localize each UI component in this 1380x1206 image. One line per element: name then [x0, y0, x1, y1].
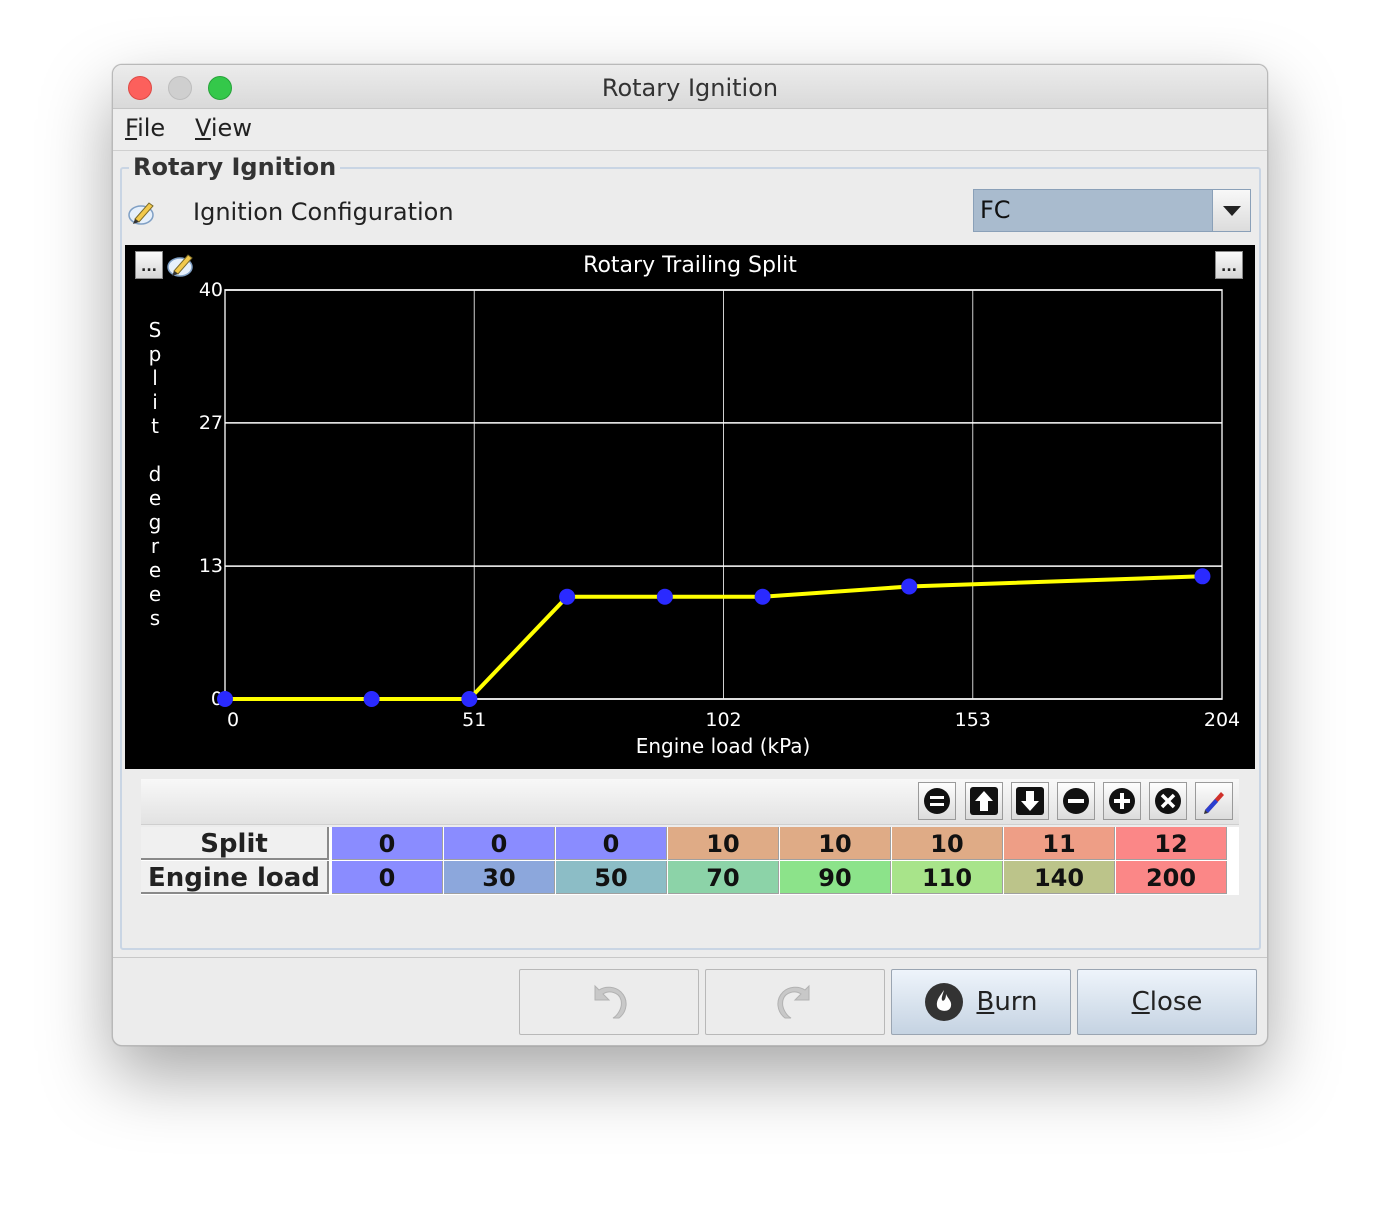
redo-icon	[777, 984, 810, 1019]
config-dropdown-value: FC	[980, 196, 1011, 224]
footer-divider	[113, 957, 1267, 958]
data-point[interactable]	[461, 691, 478, 707]
menu-file-label: ile	[137, 114, 166, 142]
close-mnemonic: C	[1131, 987, 1150, 1017]
config-dropdown[interactable]: FC	[973, 189, 1251, 232]
row-header-engine-load: Engine load	[141, 861, 329, 894]
table-cell[interactable]: 110	[892, 861, 1003, 894]
flame-icon	[925, 983, 964, 1021]
data-point[interactable]	[363, 691, 380, 707]
y-tick-label: 13	[199, 555, 223, 577]
equals-button[interactable]	[918, 782, 956, 820]
table-cell[interactable]: 12	[1116, 827, 1227, 860]
dialog-window: Rotary Ignition File View Rotary Ignitio…	[112, 64, 1268, 1046]
table-cell[interactable]: 90	[780, 861, 891, 894]
table-cell[interactable]: 200	[1116, 861, 1227, 894]
data-point[interactable]	[656, 588, 673, 605]
undo-button[interactable]	[519, 969, 699, 1035]
panel-title: Rotary Ignition	[129, 153, 341, 181]
series-line	[225, 574, 1203, 701]
x-tick-label: 102	[705, 709, 741, 731]
table-cell[interactable]: 140	[1004, 861, 1115, 894]
table-cell[interactable]: 50	[556, 861, 667, 894]
plus-icon	[1109, 788, 1135, 814]
table-cell[interactable]: 30	[444, 861, 555, 894]
table-cell[interactable]: 0	[556, 827, 667, 860]
increment-button[interactable]	[1103, 782, 1141, 820]
data-point[interactable]	[901, 578, 918, 595]
clear-button[interactable]	[1149, 782, 1187, 820]
menu-view-label: iew	[210, 114, 252, 142]
table-cell[interactable]: 10	[892, 827, 1003, 860]
burn-label: urn	[994, 987, 1038, 1017]
chart-panel: ... ... 0 51 102 153 204 0 13 27 40 Rotary Traili…	[125, 245, 1255, 769]
data-point[interactable]	[754, 588, 771, 605]
undo-icon	[594, 984, 627, 1019]
menu-view[interactable]: View	[195, 114, 252, 142]
y-tick-label: 27	[199, 412, 223, 434]
menu-view-mnemonic: V	[195, 114, 211, 142]
y-tick-label: 40	[199, 279, 223, 301]
decrement-button[interactable]	[1057, 782, 1095, 820]
move-up-button[interactable]	[965, 782, 1003, 820]
window-title: Rotary Ignition	[601, 74, 779, 102]
table-cell[interactable]: 0	[332, 861, 443, 894]
burn-button[interactable]: Burn	[891, 969, 1071, 1035]
line-chart[interactable]: 0 51 102 153 2040132740Rotary Trailing Split…	[125, 245, 1255, 769]
menu-file[interactable]: File	[125, 114, 165, 142]
minus-icon	[1063, 788, 1089, 814]
menu-file-mnemonic: F	[125, 114, 138, 142]
burn-mnemonic: B	[976, 987, 995, 1017]
table-cell[interactable]: 0	[332, 827, 443, 860]
x-tick-label: 153	[955, 709, 991, 731]
data-point[interactable]	[1194, 568, 1211, 585]
dropdown-arrow-button[interactable]	[1212, 190, 1250, 231]
data-point[interactable]	[559, 588, 576, 605]
table-cell[interactable]: 70	[668, 861, 779, 894]
pencil-icon	[1204, 792, 1224, 814]
table-cell[interactable]: 10	[780, 827, 891, 860]
close-button[interactable]: Close	[1077, 969, 1257, 1035]
x-tick-label: 51	[462, 709, 486, 731]
move-down-button[interactable]	[1011, 782, 1049, 820]
table-cell[interactable]: 0	[444, 827, 555, 860]
curve-table: Split Engine load 0 0 0 10 10 10 11 12 0 30 50 70 90…	[141, 827, 1239, 895]
title-bar: Rotary Ignition	[113, 65, 1267, 109]
x-tick-label: 0	[227, 709, 239, 731]
x-axis-label: Engine load (kPa)	[636, 734, 811, 758]
row-header-split: Split	[141, 827, 329, 860]
data-point[interactable]	[217, 691, 233, 707]
table-cell[interactable]: 10	[668, 827, 779, 860]
edit-values-button[interactable]	[1195, 782, 1233, 820]
table-cell[interactable]: 11	[1004, 827, 1115, 860]
redo-button[interactable]	[705, 969, 885, 1035]
x-icon	[1155, 788, 1181, 814]
arrow-down-icon	[1016, 787, 1044, 815]
chevron-down-icon	[1222, 205, 1241, 216]
y-axis-label: Split degrees	[149, 318, 162, 630]
close-label: lose	[1149, 987, 1203, 1017]
config-label: Ignition Configuration	[193, 198, 454, 226]
chart-title: Rotary Trailing Split	[583, 253, 797, 278]
equals-icon	[924, 788, 950, 814]
edit-icon[interactable]	[127, 197, 157, 227]
x-tick-label: 204	[1204, 709, 1240, 731]
menu-bar: File View	[113, 109, 1267, 151]
table-toolbar	[141, 779, 1239, 825]
arrow-up-icon	[970, 787, 998, 815]
